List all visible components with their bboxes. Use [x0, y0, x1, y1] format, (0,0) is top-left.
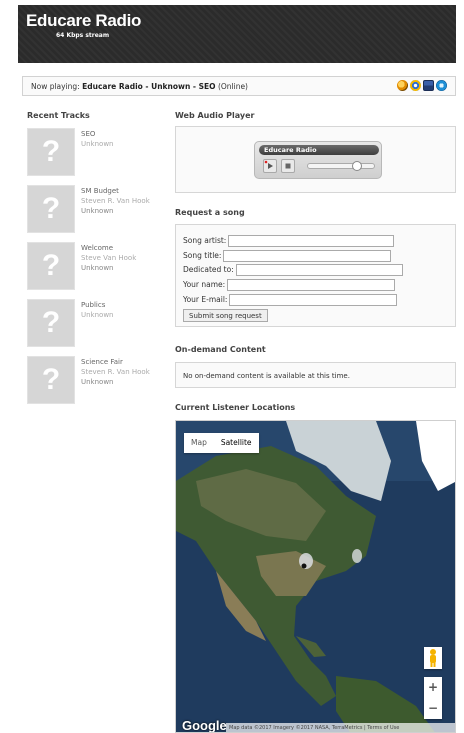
map-type-control: Map Satellite — [184, 433, 259, 453]
artist-row: Song artist: — [183, 234, 395, 247]
street-view-pegman[interactable] — [424, 647, 442, 669]
album-art: ? — [27, 185, 75, 233]
audio-player: Educare Radio — [254, 141, 382, 179]
album-art: ? — [27, 299, 75, 347]
track-title: SEO — [81, 130, 96, 138]
recent-tracks-title: Recent Tracks — [27, 111, 90, 120]
player-links — [397, 80, 447, 91]
submit-request-button[interactable]: Submit song request — [183, 309, 268, 322]
winamp-icon[interactable] — [397, 80, 408, 91]
track-artist: Unknown — [81, 140, 114, 148]
on-demand-title: On-demand Content — [175, 345, 266, 354]
map-type-map-button[interactable]: Map — [184, 433, 214, 453]
album-art: ? — [27, 128, 75, 176]
pegman-icon — [430, 649, 436, 667]
stream-bitrate: 64 Kbps stream — [56, 32, 110, 39]
list-item: Science Fair Steven R. Van Hook Unknown — [81, 357, 150, 387]
track-title: Science Fair — [81, 358, 123, 366]
listener-map[interactable]: Map Satellite + − Google Map data ©2017 … — [175, 420, 456, 733]
name-row: Your name: — [183, 278, 396, 291]
song-artist-input[interactable] — [228, 234, 395, 247]
on-demand-box: No on-demand content is available at thi… — [175, 362, 456, 388]
volume-handle[interactable] — [352, 161, 362, 171]
album-art: ? — [27, 242, 75, 290]
track-artist: Steven R. Van Hook — [81, 368, 150, 376]
track-album: Unknown — [81, 207, 114, 215]
player-station-label: Educare Radio — [259, 145, 379, 155]
name-label: Your name: — [183, 280, 226, 289]
realplayer-icon[interactable] — [410, 80, 421, 91]
email-field[interactable] — [229, 293, 398, 306]
list-item: Publics Unknown — [81, 300, 114, 320]
track-album: Unknown — [81, 378, 114, 386]
request-form: Song artist: Song title: Dedicated to: Y… — [175, 224, 456, 327]
now-playing-track: Educare Radio - Unknown - SEO — [82, 82, 216, 91]
web-player-title: Web Audio Player — [175, 111, 255, 120]
stream-status: (Online) — [217, 82, 248, 91]
play-button[interactable] — [263, 159, 277, 173]
dedicated-to-input[interactable] — [235, 263, 403, 276]
now-playing-label: Now playing: — [31, 82, 80, 91]
track-artist: Steven R. Van Hook — [81, 197, 150, 205]
song-title-input[interactable] — [223, 249, 392, 262]
satellite-imagery — [176, 421, 455, 732]
title-row: Song title: — [183, 249, 392, 262]
site-title: Educare Radio — [26, 11, 142, 30]
stop-button[interactable] — [281, 159, 295, 173]
quicktime-icon[interactable] — [436, 80, 447, 91]
on-demand-message: No on-demand content is available at thi… — [183, 372, 350, 380]
list-item: Welcome Steve Van Hook Unknown — [81, 243, 136, 273]
track-title: SM Budget — [81, 187, 119, 195]
list-item: SEO Unknown — [81, 129, 114, 149]
stop-icon — [285, 163, 291, 169]
now-playing-bar: Now playing: Educare Radio - Unknown - S… — [22, 76, 456, 96]
now-playing-text: Now playing: Educare Radio - Unknown - S… — [31, 82, 248, 91]
artist-label: Song artist: — [183, 236, 227, 245]
google-logo: Google — [182, 718, 227, 733]
your-name-input[interactable] — [227, 278, 396, 291]
windows-media-icon[interactable] — [423, 80, 434, 91]
track-title: Welcome — [81, 244, 114, 252]
zoom-in-button[interactable]: + — [424, 677, 442, 698]
map-attribution[interactable]: Map data ©2017 Imagery ©2017 NASA, Terra… — [226, 723, 455, 732]
email-label: Your E-mail: — [183, 295, 228, 304]
email-row: Your E-mail: — [183, 293, 398, 306]
zoom-control: + − — [424, 677, 442, 719]
track-artist: Unknown — [81, 311, 114, 319]
track-artist: Steve Van Hook — [81, 254, 137, 262]
request-title: Request a song — [175, 208, 245, 217]
play-icon — [264, 160, 273, 169]
list-item: SM Budget Steven R. Van Hook Unknown — [81, 186, 150, 216]
zoom-out-button[interactable]: − — [424, 698, 442, 719]
volume-slider[interactable] — [307, 161, 375, 171]
track-album: Unknown — [81, 264, 114, 272]
dedicated-row: Dedicated to: — [183, 263, 403, 276]
track-title: Publics — [81, 301, 106, 309]
map-type-satellite-button[interactable]: Satellite — [214, 433, 259, 453]
album-art: ? — [27, 356, 75, 404]
listeners-title: Current Listener Locations — [175, 403, 296, 412]
site-header: Educare Radio 64 Kbps stream — [18, 5, 456, 63]
web-player-box: Educare Radio — [175, 126, 456, 193]
title-label: Song title: — [183, 251, 222, 260]
dedicated-label: Dedicated to: — [183, 265, 234, 274]
